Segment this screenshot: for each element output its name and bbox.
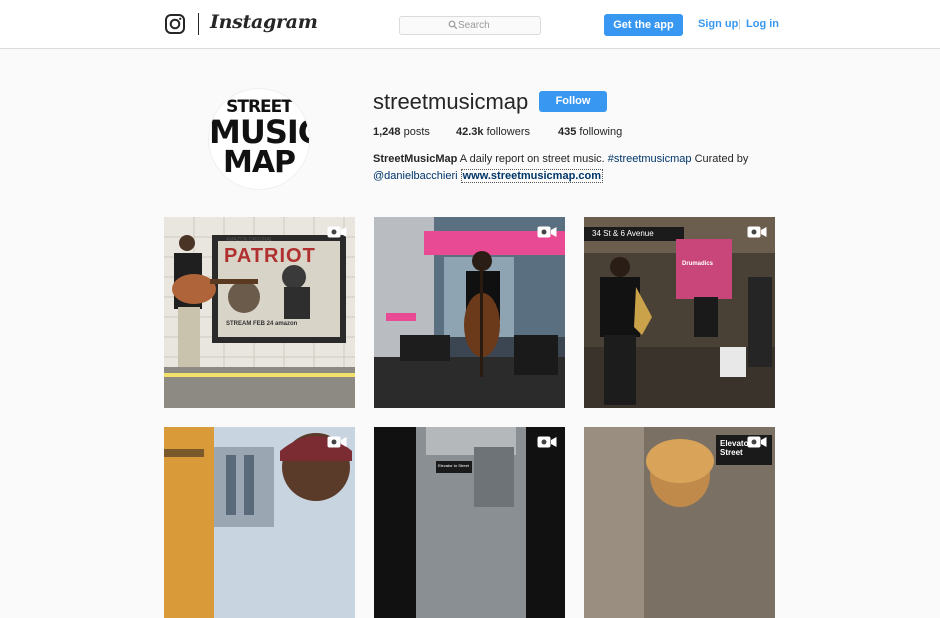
logo-divider [198,13,199,35]
followers-count-value: 42.3k [456,126,484,138]
subway-sign-text: Elevator to Street [438,463,469,468]
post-tile[interactable]: PATRIOT AMAZON ORIGINAL STREAM FEB 24 am… [164,217,355,408]
bio-mention-link[interactable]: @danielbacchieri [373,170,458,182]
log-in-link[interactable]: Log in [746,18,779,30]
post-thumbnail [374,217,565,408]
subway-sign-text: 34 St & 6 Avenue [592,229,654,238]
bio-hashtag-link[interactable]: #streetmusicmap [608,153,692,165]
post-tile[interactable]: Elevator to Street [374,427,565,618]
posts-count: 1,248 posts [373,126,430,138]
search-placeholder: Search [458,20,490,31]
sign-up-link[interactable]: Sign up [698,18,738,30]
bio-website-link[interactable]: www.streetmusicmap.com [460,169,603,183]
video-camera-icon [747,436,767,448]
video-camera-icon [327,226,347,238]
post-tile[interactable] [374,217,565,408]
profile-bio-line-2: @danielbacchieri www.streetmusicmap.com [373,169,603,183]
following-count-value: 435 [558,126,577,138]
profile-bio: StreetMusicMap A daily report on street … [373,153,748,165]
bio-full-name: StreetMusicMap [373,153,458,165]
auth-separator: | [738,18,741,30]
post-tile[interactable]: 34 St & 6 Avenue Drumadics [584,217,775,408]
instagram-wordmark[interactable]: Instagram [210,11,318,33]
video-camera-icon [537,226,557,238]
post-thumbnail [374,427,565,618]
post-tile[interactable]: Elevator Street [584,427,775,618]
poster-title-text: PATRIOT [224,245,316,267]
profile-username: streetmusicmap [373,89,529,114]
poster-bottom-text: STREAM FEB 24 amazon [226,321,298,327]
search-input[interactable]: Search [399,16,541,35]
video-camera-icon [747,226,767,238]
instagram-camera-icon[interactable] [165,14,185,34]
posts-count-label: posts [403,126,430,138]
followers-count[interactable]: 42.3k followers [456,126,530,138]
top-navigation-bar: Instagram Search Get the app Sign up | L… [0,0,940,49]
following-count[interactable]: 435 following [558,126,622,138]
profile-avatar[interactable]: STREET MUSIC MAP [208,88,310,190]
banner-text: Drumadics [682,261,714,267]
follow-button[interactable]: Follow [539,91,607,112]
search-icon [448,20,458,30]
post-thumbnail [584,217,775,408]
posts-count-value: 1,248 [373,126,401,138]
post-thumbnail [164,427,355,618]
avatar-logo-line: MAP [222,145,296,180]
followers-count-label: followers [486,126,530,138]
bio-text: A daily report on street music. [457,153,608,165]
following-count-label: following [579,126,623,138]
post-tile[interactable] [164,427,355,618]
get-the-app-button[interactable]: Get the app [604,14,683,36]
elevator-sign-text: Elevator Street [720,439,752,457]
video-camera-icon [537,436,557,448]
poster-top-text: AMAZON ORIGINAL [226,237,273,243]
video-camera-icon [327,436,347,448]
bio-text-after: Curated by [691,153,749,165]
